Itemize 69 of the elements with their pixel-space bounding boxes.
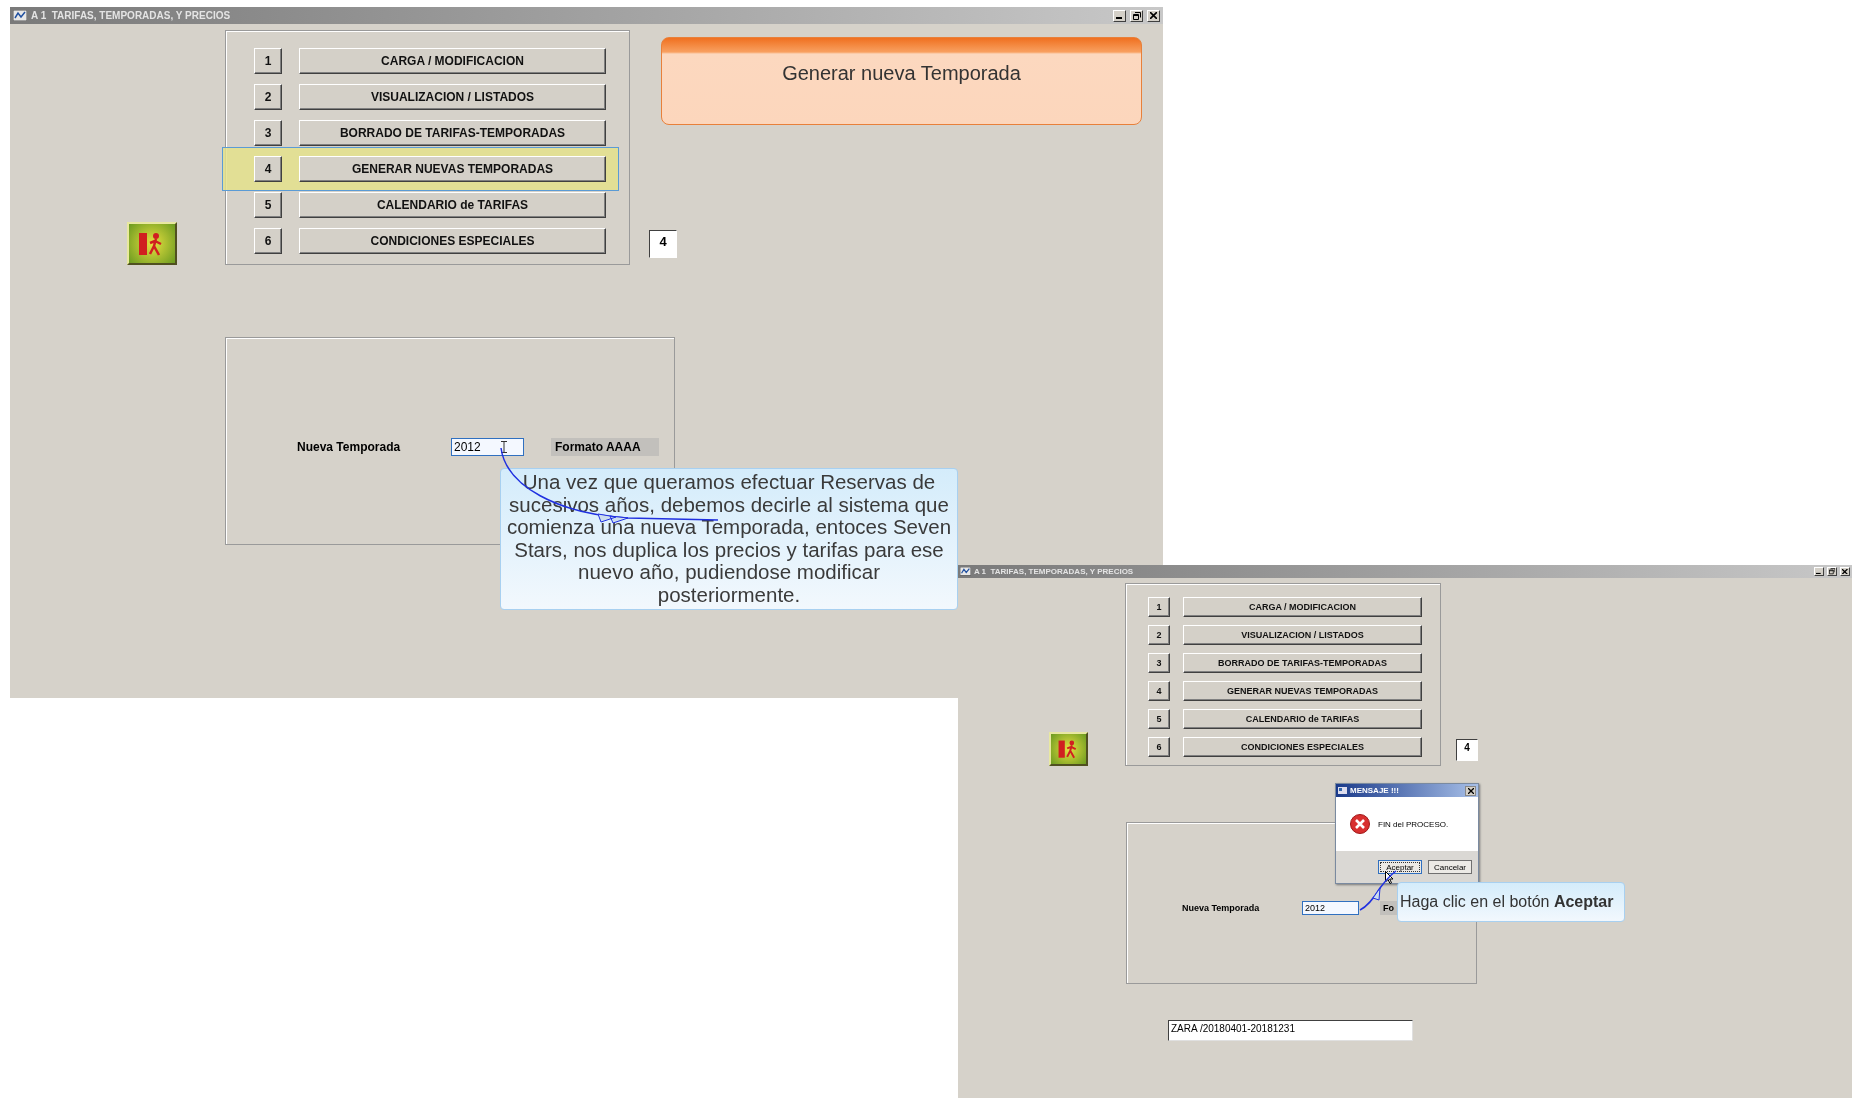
menu-row[interactable]: 2 VISUALIZACION / LISTADOS <box>222 79 619 115</box>
result-field[interactable]: ZARA /20180401-20181231 <box>1168 1020 1413 1041</box>
menu-button[interactable]: CONDICIONES ESPECIALES <box>1183 737 1422 757</box>
close-icon <box>1150 12 1157 19</box>
section-header: Generar nueva Temporada <box>661 37 1142 125</box>
number-button[interactable]: 6 <box>254 228 282 254</box>
error-icon <box>1350 814 1370 834</box>
number-button[interactable]: 1 <box>1148 597 1170 617</box>
season-label: Nueva Temporada <box>297 439 402 456</box>
number-button[interactable]: 2 <box>254 84 282 110</box>
menu-row[interactable]: 4 GENERAR NUEVAS TEMPORADAS <box>1123 677 1433 705</box>
number-button[interactable]: 4 <box>1148 681 1170 701</box>
number-button[interactable]: 3 <box>1148 653 1170 673</box>
number-button[interactable]: 3 <box>254 120 282 146</box>
text-cursor-icon <box>500 441 507 453</box>
menu-row[interactable]: 1 CARGA / MODIFICACION <box>222 43 619 79</box>
app-icon <box>13 10 27 21</box>
menu-row[interactable]: 3 BORRADO DE TARIFAS-TEMPORADAS <box>1123 649 1433 677</box>
menu-row[interactable]: 6 CONDICIONES ESPECIALES <box>222 223 619 259</box>
menu-row[interactable]: 4 GENERAR NUEVAS TEMPORADAS <box>222 147 619 191</box>
number-button[interactable]: 5 <box>254 192 282 218</box>
menu-button[interactable]: CARGA / MODIFICACION <box>1183 597 1422 617</box>
dialog-close-button[interactable] <box>1465 785 1476 796</box>
dialog-message: FIN del PROCESO. <box>1378 819 1449 829</box>
menu-button[interactable]: BORRADO DE TARIFAS-TEMPORADAS <box>299 120 606 146</box>
exit-button[interactable] <box>127 222 177 265</box>
minimize-button[interactable] <box>1814 567 1824 576</box>
number-button[interactable]: 4 <box>254 156 282 182</box>
menu-button[interactable]: GENERAR NUEVAS TEMPORADAS <box>299 156 606 182</box>
close-button[interactable] <box>1840 567 1850 576</box>
minimize-button[interactable] <box>1113 9 1126 22</box>
restore-icon <box>1828 568 1836 575</box>
number-button[interactable]: 1 <box>254 48 282 74</box>
close-icon <box>1467 787 1474 794</box>
option-field[interactable]: 4 <box>1456 739 1478 761</box>
menu-button[interactable]: CALENDARIO de TARIFAS <box>299 192 606 218</box>
menu-button[interactable]: VISUALIZACION / LISTADOS <box>1183 625 1422 645</box>
hint-text: Haga clic en el botón Aceptar <box>1397 882 1625 922</box>
season-input[interactable]: 2012 <box>451 438 524 456</box>
menu-button[interactable]: BORRADO DE TARIFAS-TEMPORADAS <box>1183 653 1422 673</box>
option-field[interactable]: 4 <box>649 230 677 258</box>
menu-button[interactable]: CALENDARIO de TARIFAS <box>1183 709 1422 729</box>
menu-row[interactable]: 1 CARGA / MODIFICACION <box>1123 593 1433 621</box>
close-icon <box>1842 568 1848 575</box>
season-input[interactable]: 2012 <box>1302 901 1359 915</box>
number-button[interactable]: 2 <box>1148 625 1170 645</box>
restore-button[interactable] <box>1827 567 1837 576</box>
window-title: A 1 TARIFAS, TEMPORADAS, Y PRECIOS <box>973 567 1135 576</box>
menu-row[interactable]: 6 CONDICIONES ESPECIALES <box>1123 733 1433 761</box>
number-button[interactable]: 6 <box>1148 737 1170 757</box>
close-button[interactable] <box>1147 9 1160 22</box>
dialog-icon <box>1338 787 1347 794</box>
dialog-button[interactable]: Cancelar <box>1428 860 1472 874</box>
format-label: Formato AAAA <box>551 438 659 456</box>
number-button[interactable]: 5 <box>1148 709 1170 729</box>
restore-icon <box>1132 11 1141 20</box>
menu-button[interactable]: CONDICIONES ESPECIALES <box>299 228 606 254</box>
dialog-title: MENSAJE !!! <box>1350 786 1400 795</box>
exit-button[interactable] <box>1049 732 1088 766</box>
menu-button[interactable]: VISUALIZACION / LISTADOS <box>299 84 606 110</box>
menu-button[interactable]: GENERAR NUEVAS TEMPORADAS <box>1183 681 1422 701</box>
menu-button[interactable]: CARGA / MODIFICACION <box>299 48 606 74</box>
season-label: Nueva Temporada <box>1182 902 1261 915</box>
mouse-pointer-icon <box>1385 871 1394 884</box>
menu-row[interactable]: 5 CALENDARIO de TARIFAS <box>1123 705 1433 733</box>
dialog-button[interactable]: Aceptar <box>1378 860 1422 874</box>
menu-row[interactable]: 2 VISUALIZACION / LISTADOS <box>1123 621 1433 649</box>
app-icon <box>960 567 971 576</box>
window-title: A 1 TARIFAS, TEMPORADAS, Y PRECIOS <box>31 10 232 21</box>
